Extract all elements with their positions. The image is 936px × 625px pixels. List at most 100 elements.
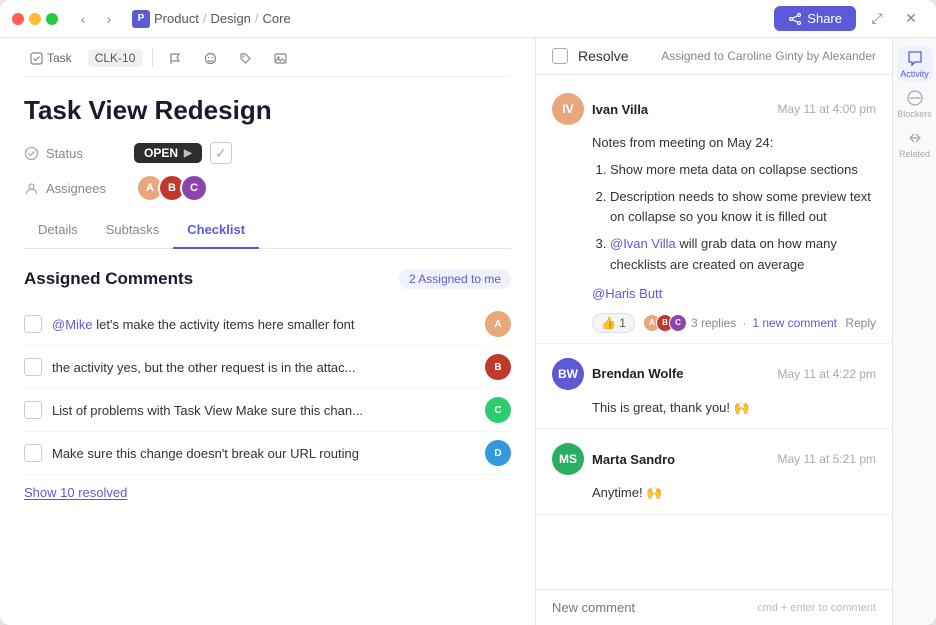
- author-marta: Marta Sandro: [592, 452, 675, 467]
- comment-checkbox-4[interactable]: [24, 444, 42, 462]
- new-comment-hint: cmd + enter to comment: [757, 602, 876, 614]
- avatar-marta: MS: [552, 443, 584, 475]
- comment-header-brendan: BW Brendan Wolfe May 11 at 4:22 pm: [552, 358, 876, 390]
- breadcrumb-core[interactable]: Core: [263, 11, 291, 26]
- flag-icon: [169, 52, 182, 65]
- main-content: Task CLK-10 Task View Redesign: [0, 38, 936, 625]
- forward-button[interactable]: ›: [98, 8, 120, 30]
- assignees-avatars[interactable]: A B C: [136, 174, 208, 202]
- comment-text-3: List of problems with Task View Make sur…: [52, 403, 475, 418]
- breadcrumb-design[interactable]: Design: [210, 11, 250, 26]
- related-icon-button[interactable]: Related: [897, 126, 933, 162]
- mention-ivan: @Ivan Villa: [610, 236, 676, 251]
- section-title: Assigned Comments: [24, 269, 193, 289]
- comment-avatar-3: C: [485, 397, 511, 423]
- time-marta: May 11 at 5:21 pm: [778, 452, 877, 466]
- time-brendan: May 11 at 4:22 pm: [778, 367, 877, 381]
- back-button[interactable]: ‹: [72, 8, 94, 30]
- flag-button[interactable]: [163, 49, 188, 68]
- reply-button-ivan[interactable]: Reply: [845, 316, 876, 330]
- comment-item-1: @Mike let's make the activity items here…: [24, 303, 511, 346]
- replies-link-ivan: A B C 3 replies · 1 new comment: [643, 314, 837, 332]
- comment-actions-ivan: 👍 1 A B C 3 replies · 1 new comment: [552, 313, 876, 333]
- tabs: Details Subtasks Checklist: [24, 212, 511, 249]
- emoji-button[interactable]: [198, 49, 223, 68]
- comment-checkbox-1[interactable]: [24, 315, 42, 333]
- image-button[interactable]: [268, 49, 293, 68]
- comment-item-2: the activity yes, but the other request …: [24, 346, 511, 389]
- comment-body-brendan: This is great, thank you! 🙌: [552, 398, 876, 419]
- avatar-brendan: BW: [552, 358, 584, 390]
- body-item-3: @Ivan Villa will grab data on how many c…: [610, 234, 876, 276]
- body-intro: Notes from meeting on May 24:: [592, 133, 876, 154]
- comment-text-1: @Mike let's make the activity items here…: [52, 317, 475, 332]
- show-resolved-button[interactable]: Show 10 resolved: [24, 481, 127, 504]
- share-button[interactable]: Share: [774, 6, 856, 31]
- activity-icon-button[interactable]: Activity: [897, 46, 933, 82]
- status-label: Status: [24, 146, 134, 161]
- related-icon: [906, 129, 924, 147]
- maximize-dot: [46, 13, 58, 25]
- activity-label: Activity: [900, 69, 929, 79]
- new-comment-area: cmd + enter to comment: [536, 589, 892, 625]
- assignees-row: Assignees A B C: [24, 174, 511, 202]
- reply-avatars: A B C: [643, 314, 687, 332]
- assigned-badge[interactable]: 2 Assigned to me: [399, 269, 511, 289]
- body-item-1: Show more meta data on collapse sections: [610, 160, 876, 181]
- new-comment-link[interactable]: 1 new comment: [752, 316, 837, 330]
- new-comment-input[interactable]: [552, 600, 757, 615]
- comment-thread-brendan: BW Brendan Wolfe May 11 at 4:22 pm This …: [536, 344, 892, 430]
- comment-checkbox-2[interactable]: [24, 358, 42, 376]
- tab-checklist[interactable]: Checklist: [173, 212, 259, 249]
- assignees-label: Assignees: [24, 181, 134, 196]
- assignee-avatar-3[interactable]: C: [180, 174, 208, 202]
- side-icons-panel: Activity Blockers Related: [892, 38, 936, 625]
- comment-item-3: List of problems with Task View Make sur…: [24, 389, 511, 432]
- resize-button[interactable]: ⤢: [864, 6, 890, 32]
- avatar-ivan: IV: [552, 93, 584, 125]
- task-type-button[interactable]: Task: [24, 48, 78, 68]
- comment-thread-marta: MS Marta Sandro May 11 at 5:21 pm Anytim…: [536, 429, 892, 515]
- person-icon: [24, 181, 39, 196]
- activity-icon: [906, 49, 924, 67]
- reply-avatar-3: C: [669, 314, 687, 332]
- comment-header-marta: MS Marta Sandro May 11 at 5:21 pm: [552, 443, 876, 475]
- blockers-icon-button[interactable]: Blockers: [897, 86, 933, 122]
- titlebar-right: Share ⤢ ✕: [774, 6, 924, 32]
- comment-avatar-2: B: [485, 354, 511, 380]
- tab-details[interactable]: Details: [24, 212, 92, 249]
- task-icon: [30, 52, 43, 65]
- marta-text: Anytime! 🙌: [592, 483, 876, 504]
- body-item-2: Description needs to show some preview t…: [610, 187, 876, 229]
- related-label: Related: [899, 149, 930, 159]
- status-row: Status OPEN ▶ ✓: [24, 142, 511, 164]
- comment-checkbox-3[interactable]: [24, 401, 42, 419]
- tab-subtasks[interactable]: Subtasks: [92, 212, 173, 249]
- status-arrow-icon: ▶: [184, 148, 192, 159]
- mention-1: @Mike: [52, 317, 93, 332]
- author-brendan: Brendan Wolfe: [592, 366, 684, 381]
- emoji-icon: [204, 52, 217, 65]
- close-window-button[interactable]: ✕: [898, 6, 924, 32]
- brendan-text: This is great, thank you! 🙌: [592, 398, 876, 419]
- activity-panel: Resolve Assigned to Caroline Ginty by Al…: [536, 38, 892, 625]
- tagged-user: @Haris Butt: [592, 284, 876, 305]
- comment-body-ivan: Notes from meeting on May 24: Show more …: [552, 133, 876, 305]
- replies-count: 3 replies: [691, 316, 736, 330]
- section-header: Assigned Comments 2 Assigned to me: [24, 269, 511, 289]
- resolve-label: Resolve: [578, 48, 629, 64]
- reaction-button-ivan[interactable]: 👍 1: [592, 313, 635, 333]
- share-icon: [788, 12, 802, 26]
- status-badge[interactable]: OPEN ▶: [134, 143, 202, 163]
- comments-area: IV Ivan Villa May 11 at 4:00 pm Notes fr…: [536, 75, 892, 589]
- blockers-icon: [906, 89, 924, 107]
- comment-avatar-4: D: [485, 440, 511, 466]
- status-check-button[interactable]: ✓: [210, 142, 232, 164]
- author-ivan: Ivan Villa: [592, 102, 648, 117]
- resolve-checkbox[interactable]: [552, 48, 568, 64]
- status-icon: [24, 146, 39, 161]
- comment-item-4: Make sure this change doesn't break our …: [24, 432, 511, 475]
- tag-button[interactable]: [233, 49, 258, 68]
- tag-icon: [239, 52, 252, 65]
- breadcrumb-product[interactable]: Product: [154, 11, 199, 26]
